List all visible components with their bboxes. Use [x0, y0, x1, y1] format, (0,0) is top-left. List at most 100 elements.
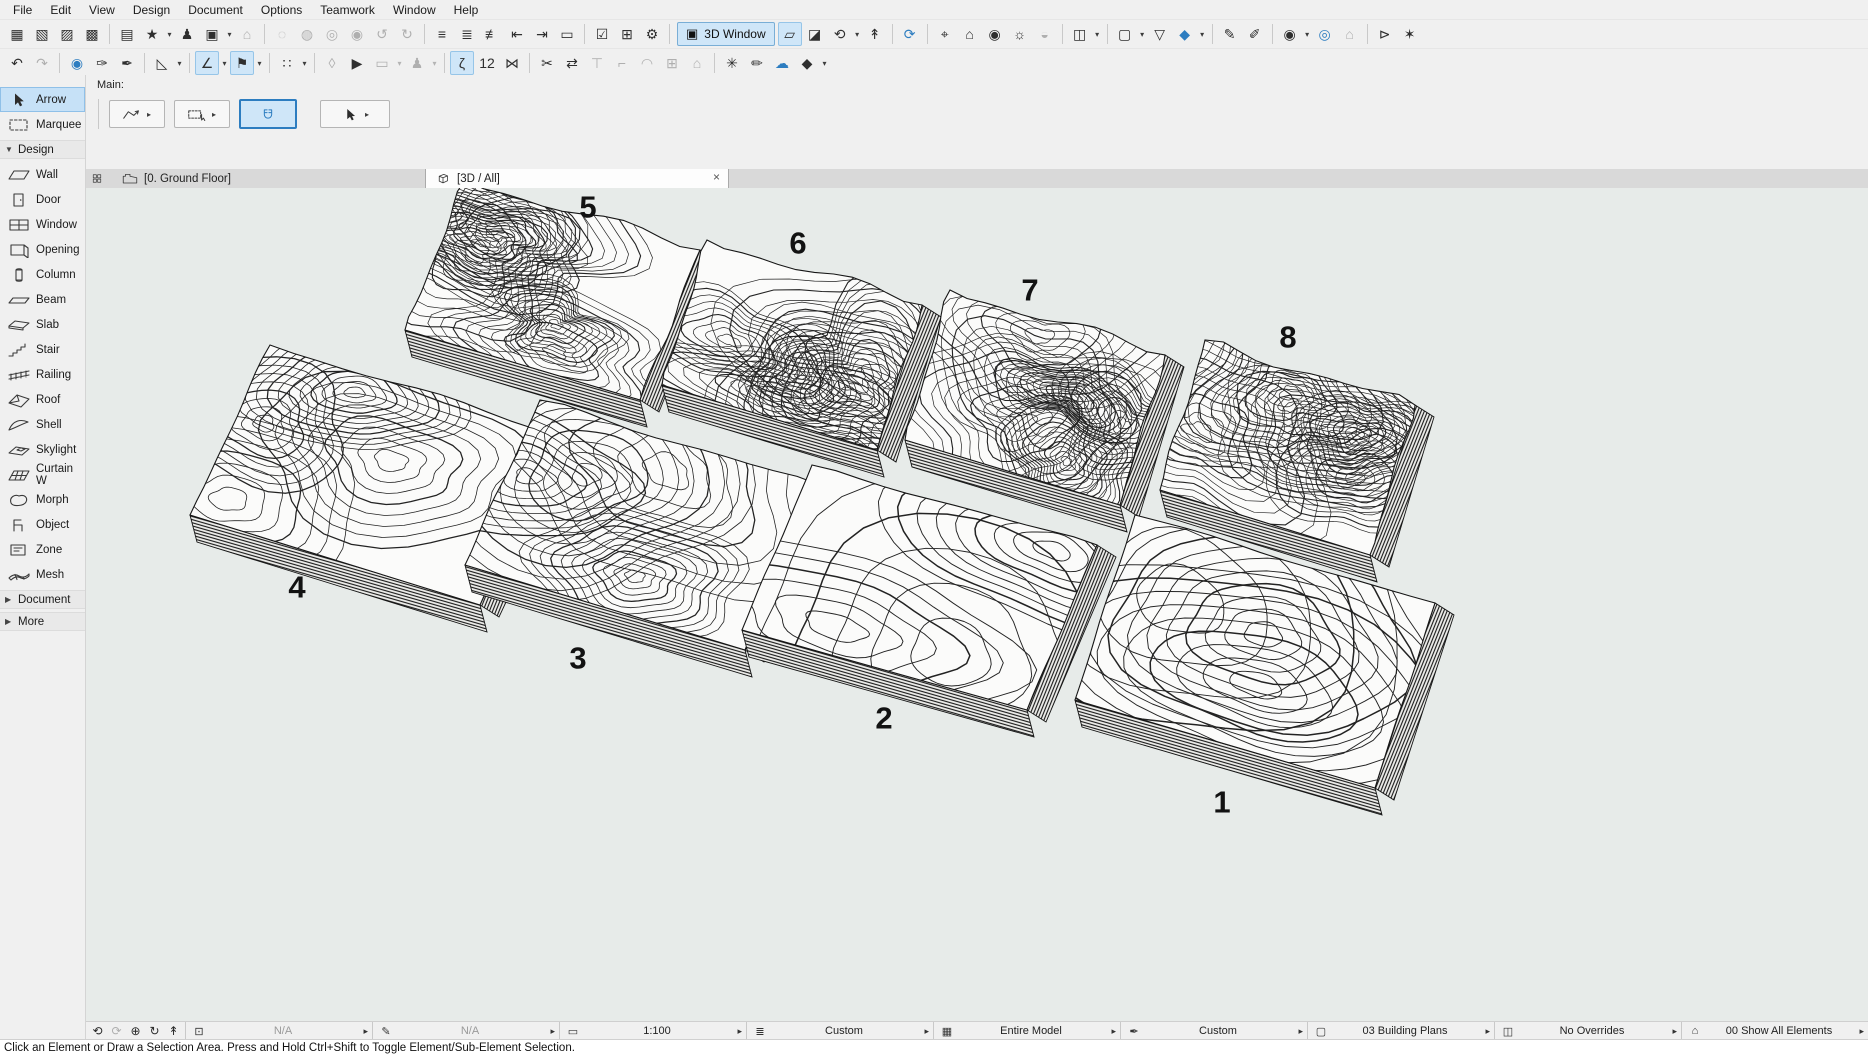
marquee-tool[interactable]: Marquee: [0, 112, 85, 137]
zoom-in-icon[interactable]: ⊕: [127, 1024, 144, 1038]
indent-right-icon[interactable]: ⇥: [530, 22, 554, 46]
profile-select-icon[interactable]: ♟: [405, 51, 429, 75]
resize-icon[interactable]: ⊞: [660, 51, 684, 75]
settings-wizard-icon[interactable]: ⚙: [640, 22, 664, 46]
terrain-scene[interactable]: 56784321: [86, 188, 1868, 1022]
project-notes-icon[interactable]: ⊞: [615, 22, 639, 46]
tool-stair[interactable]: Stair: [0, 337, 85, 362]
cloud-sync-icon[interactable]: ☁: [770, 51, 794, 75]
publish-icon[interactable]: ▩: [80, 22, 104, 46]
cutting-plane-icon[interactable]: ◒: [1033, 22, 1057, 46]
marquee-3d-icon-dropdown[interactable]: ▾: [1138, 30, 1147, 39]
polyline-edit-icon[interactable]: ζ: [450, 51, 474, 75]
flythrough-icon[interactable]: ⊳: [1373, 22, 1397, 46]
tool-mesh[interactable]: Mesh: [0, 562, 85, 587]
tool-zone[interactable]: Zone: [0, 537, 85, 562]
snap-reference-icon[interactable]: ⚑: [230, 51, 254, 75]
toolbox-section-more[interactable]: ▶More: [0, 612, 85, 631]
graphic-override-segment[interactable]: ◫No Overrides▸: [1494, 1022, 1681, 1040]
brush-icon[interactable]: ✎: [1218, 22, 1242, 46]
arrow-quick-button[interactable]: ▸: [320, 100, 390, 128]
snap-reference-icon-dropdown[interactable]: ▾: [255, 59, 264, 68]
tool-railing[interactable]: Railing: [0, 362, 85, 387]
profile-select-icon-dropdown[interactable]: ▾: [430, 59, 439, 68]
canvas-3d-view[interactable]: 56784321: [86, 188, 1868, 1022]
undo-icon[interactable]: ↶: [5, 51, 29, 75]
modify-icon[interactable]: ✏: [745, 51, 769, 75]
dimension-style-segment-arrow[interactable]: ▸: [1480, 1026, 1490, 1037]
menu-teamwork[interactable]: Teamwork: [311, 1, 384, 19]
dimension-style-segment[interactable]: ▢03 Building Plans▸: [1307, 1022, 1494, 1040]
guide-lines-icon-dropdown[interactable]: ▾: [175, 59, 184, 68]
toolbox-section-design[interactable]: ▼Design: [0, 140, 85, 159]
find-select-icon[interactable]: ◌: [270, 22, 294, 46]
menu-design[interactable]: Design: [124, 1, 179, 19]
virtual-building-icon[interactable]: ⌂: [1338, 22, 1362, 46]
filter-elements-icon[interactable]: ▽: [1148, 22, 1172, 46]
interactive-schedule-icon[interactable]: ≣: [455, 22, 479, 46]
tool-beam[interactable]: Beam: [0, 287, 85, 312]
tool-skylight[interactable]: Skylight: [0, 437, 85, 462]
graphic-override-segment-arrow[interactable]: ▸: [1667, 1026, 1677, 1037]
pen-info-segment[interactable]: ✎N/A▸: [372, 1022, 559, 1040]
marquee-3d-icon[interactable]: ▢: [1113, 22, 1137, 46]
zoom-fit-segment[interactable]: ⊡N/A▸: [185, 1022, 372, 1040]
distort-icon[interactable]: ⋈: [500, 51, 524, 75]
coordinate-snap-icon-dropdown[interactable]: ▾: [300, 59, 309, 68]
camera-icon-dropdown[interactable]: ▾: [1303, 30, 1312, 39]
marquee-method-button[interactable]: ▸: [174, 100, 230, 128]
quick-options-button[interactable]: [86, 169, 113, 188]
tool-curtain[interactable]: Curtain W: [0, 462, 85, 487]
editing-plane-icon[interactable]: ◊: [320, 51, 344, 75]
arrow-quick-button-dropdown[interactable]: ▸: [363, 110, 371, 119]
inject-parameters-icon[interactable]: ✒: [115, 51, 139, 75]
pickup-parameters-icon[interactable]: ✑: [90, 51, 114, 75]
fillet-icon[interactable]: ◠: [635, 51, 659, 75]
check-documents-icon[interactable]: ☑: [590, 22, 614, 46]
camera-settings-icon[interactable]: ◎: [1313, 22, 1337, 46]
look-to-icon[interactable]: ⌂: [958, 22, 982, 46]
pen-info-segment-arrow[interactable]: ▸: [545, 1026, 555, 1037]
pen-set-segment[interactable]: ✒Custom▸: [1120, 1022, 1307, 1040]
axonometry-view-icon[interactable]: ◪: [803, 22, 827, 46]
library-manager-icon[interactable]: ♟: [175, 22, 199, 46]
zoom-next-icon[interactable]: ⟳: [108, 1024, 125, 1038]
zoom-target-icon[interactable]: ⌖: [933, 22, 957, 46]
coordinate-snap-icon[interactable]: ∷: [275, 51, 299, 75]
split-icon[interactable]: ✂: [535, 51, 559, 75]
orbit-mode-icon-dropdown[interactable]: ▾: [853, 30, 862, 39]
frame-select-icon-dropdown[interactable]: ▾: [395, 59, 404, 68]
zoom-fit-segment-arrow[interactable]: ▸: [358, 1026, 368, 1037]
replace-back-icon[interactable]: ↺: [370, 22, 394, 46]
snap-guides-icon[interactable]: ∠: [195, 51, 219, 75]
morph-tools-icon[interactable]: ◆: [795, 51, 819, 75]
search-remove-icon[interactable]: ◉: [345, 22, 369, 46]
menu-options[interactable]: Options: [252, 1, 311, 19]
camera-icon[interactable]: ◉: [1278, 22, 1302, 46]
home-story-icon[interactable]: ⌂: [235, 22, 259, 46]
copy-elements-icon-dropdown[interactable]: ▾: [1093, 30, 1102, 39]
tool-object[interactable]: Object: [0, 512, 85, 537]
edit-nodes-icon[interactable]: ✳: [720, 51, 744, 75]
tab-close-icon[interactable]: ×: [713, 170, 720, 184]
selection-method-button-dropdown[interactable]: ▸: [145, 110, 153, 119]
layer-combination-segment-arrow[interactable]: ▸: [919, 1026, 929, 1037]
replace-forward-icon[interactable]: ↻: [395, 22, 419, 46]
toolbox-section-document[interactable]: ▶Document: [0, 590, 85, 609]
tool-column[interactable]: Column: [0, 262, 85, 287]
save-icon[interactable]: ▣: [200, 22, 224, 46]
photorender-icon[interactable]: ✶: [1398, 22, 1422, 46]
tab-ground-floor[interactable]: [0. Ground Floor]: [113, 169, 381, 188]
snap-point-icon[interactable]: ◉: [65, 51, 89, 75]
tool-wall[interactable]: Wall: [0, 162, 85, 187]
highlight-icon-dropdown[interactable]: ▾: [1198, 30, 1207, 39]
save-project-icon[interactable]: ▨: [55, 22, 79, 46]
model-view-segment-arrow[interactable]: ▸: [1106, 1026, 1116, 1037]
tool-opening[interactable]: Opening: [0, 237, 85, 262]
save-icon-dropdown[interactable]: ▾: [225, 30, 234, 39]
scale-segment-arrow[interactable]: ▸: [732, 1026, 742, 1037]
tool-slab[interactable]: Slab: [0, 312, 85, 337]
coordinates-icon[interactable]: 12: [475, 51, 499, 75]
frame-select-icon[interactable]: ▭: [370, 51, 394, 75]
renovation-filter-segment[interactable]: ⌂00 Show All Elements▸: [1681, 1022, 1868, 1040]
